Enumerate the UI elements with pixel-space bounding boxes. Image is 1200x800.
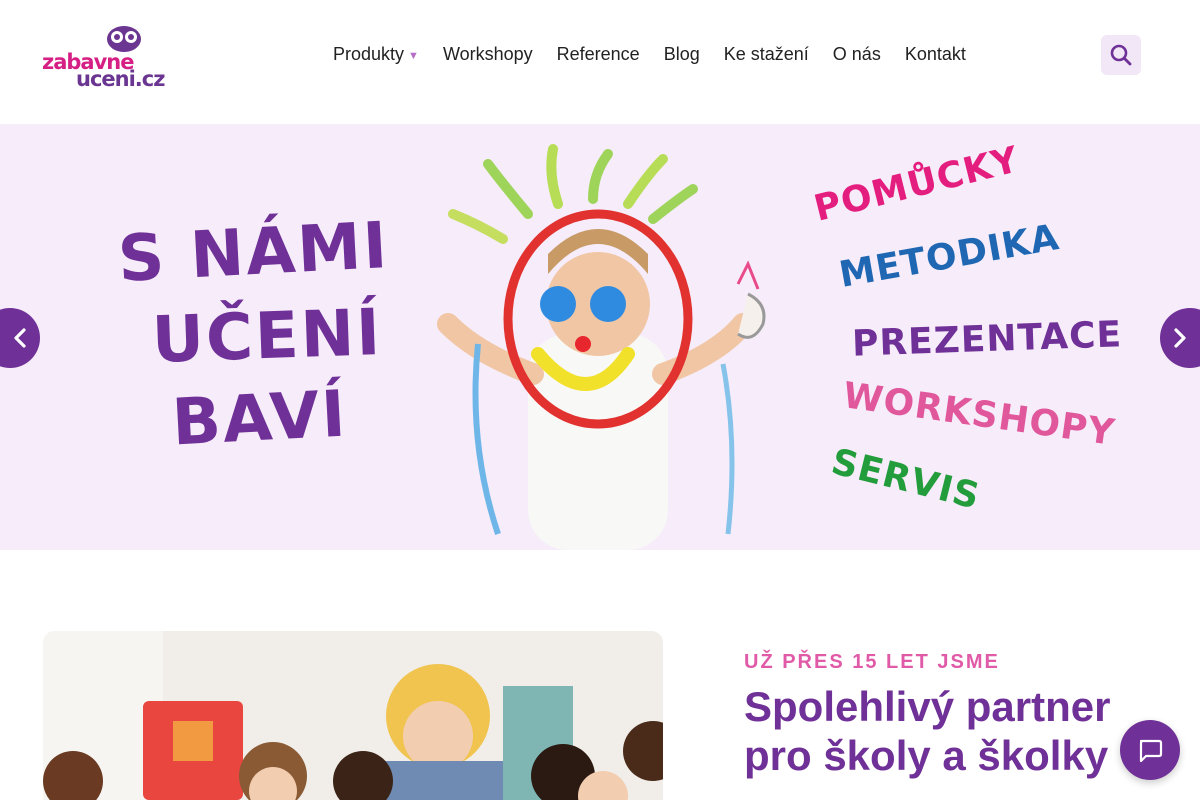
hero-keyword-pomucky: POMŮCKY [810,139,1024,230]
nav-item-ke-stazeni[interactable]: Ke stažení [724,44,809,65]
hero-keyword-workshopy: WORKSHOPY [840,375,1118,454]
chevron-left-icon [14,328,26,348]
slider-next-button[interactable] [1160,308,1200,368]
search-icon [1110,44,1132,66]
owl-logo-icon [107,26,141,52]
hero-headline-line-2: UČENÍ [150,296,384,378]
site-header: zabavne uceni.cz Produkty ▼ Workshopy Ref… [0,0,1200,124]
site-logo[interactable]: zabavne uceni.cz [42,24,177,91]
hero-child-painting-image [437,144,766,550]
logo-text-bottom: uceni.cz [76,67,165,91]
nav-item-label: Produkty [333,44,405,64]
hero-keyword-metodika: METODIKA [836,216,1063,297]
nav-item-workshopy[interactable]: Workshopy [443,44,533,65]
nav-item-o-nas[interactable]: O nás [833,44,881,65]
slider-prev-button[interactable] [0,308,40,368]
about-eyebrow: UŽ PŘES 15 LET JSME [744,651,1000,673]
about-headline: Spolehlivý partner pro školy a školky [744,683,1111,779]
hero-slider: S NÁMI UČENÍ BAVÍ POMŮCKY METODIKA PREZE… [0,124,1200,550]
hero-keyword-prezentace: PREZENTACE [851,314,1123,365]
search-button[interactable] [1101,35,1141,75]
hero-headline-line-1: S NÁMI [116,208,391,298]
caret-down-icon: ▼ [408,50,419,62]
classroom-image [43,631,663,800]
hero-keyword-servis: SERVIS [827,441,985,518]
nav-item-produkty[interactable]: Produkty ▼ [333,44,419,65]
hero-headline-line-3: BAVÍ [170,377,350,461]
nav-item-blog[interactable]: Blog [664,44,700,65]
chevron-right-icon [1174,328,1186,348]
main-nav: Produkty ▼ Workshopy Reference Blog Ke st… [333,44,990,65]
nav-item-kontakt[interactable]: Kontakt [905,44,966,65]
chat-bubble-icon [1139,739,1163,763]
nav-item-reference[interactable]: Reference [557,44,640,65]
classroom-teacher-photo [43,631,663,800]
chat-button[interactable] [1120,720,1180,780]
